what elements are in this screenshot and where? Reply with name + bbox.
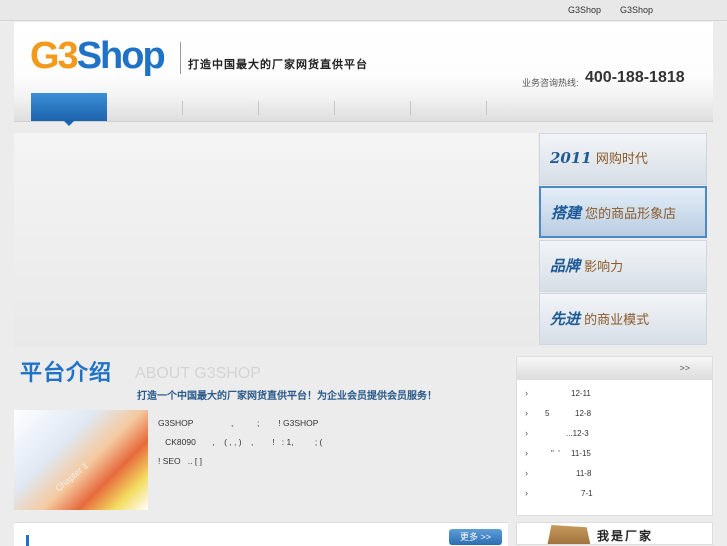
box-icon	[547, 525, 591, 544]
news-date: 11-8	[576, 469, 592, 478]
intro-footer-strip	[14, 522, 508, 546]
hotline-label: 业务咨询热线:	[522, 78, 579, 88]
news-row[interactable]: › 11-8	[517, 464, 712, 484]
banner-side-menu: 2011 网购时代 搭建 您的商品形象店 品牌 影响力 先进 的商业模式	[539, 133, 709, 347]
intro-text: G3SHOP , ; ! G3SHOP CK8090 , ( , , ) , !…	[158, 414, 508, 471]
nav-item-6[interactable]	[411, 93, 487, 121]
site-logo[interactable]: G3Shop	[30, 34, 166, 78]
nav-item-5[interactable]	[335, 93, 411, 121]
chevron-right-icon: ›	[525, 488, 528, 498]
main-nav	[14, 93, 713, 126]
nav-item-2[interactable]	[107, 93, 183, 121]
news-header: >>	[517, 357, 712, 380]
top-link-g3shop-2[interactable]: G3Shop	[620, 5, 653, 15]
news-date: 12-11	[571, 389, 591, 398]
news-date: 7-1	[581, 489, 593, 498]
news-date: ...12-3	[566, 429, 589, 438]
promo-label: 我是厂家	[597, 529, 654, 543]
news-date: 11-15	[571, 449, 591, 458]
chevron-right-icon: ›	[525, 388, 528, 398]
chevron-right-icon: ›	[525, 468, 528, 478]
side-menu-item-2011[interactable]: 2011 网购时代	[539, 133, 707, 185]
hero-banner[interactable]	[14, 133, 538, 347]
chevron-right-icon: ›	[525, 448, 528, 458]
logo-divider	[180, 42, 181, 74]
news-row[interactable]: › " ' 11-15	[517, 444, 712, 464]
top-link-g3shop-1[interactable]: G3Shop	[568, 5, 601, 15]
news-row[interactable]: › 12-11	[517, 384, 712, 404]
side-menu-item-build-store[interactable]: 搭建 您的商品形象店	[539, 186, 707, 238]
book-label: Chapter 1	[53, 460, 91, 494]
site-slogan: 打造中国最大的厂家网货直供平台	[188, 59, 368, 71]
news-panel: >> › 12-11 › 5 12-8 › ...12-3 › " ' 11-1…	[516, 356, 713, 516]
top-bar: G3Shop G3Shop	[0, 0, 727, 21]
nav-divider	[486, 101, 487, 115]
side-menu-item-brand[interactable]: 品牌 影响力	[539, 240, 707, 292]
intro-subtitle: 打造一个中国最大的厂家网货直供平台！为企业会员提供会员服务！	[137, 391, 437, 402]
news-row[interactable]: › 5 12-8	[517, 404, 712, 424]
intro-title: 平台介绍	[20, 360, 113, 385]
chevron-right-icon: ›	[525, 428, 528, 438]
intro-line: ! SEO .. [ ]	[158, 456, 202, 466]
more-button[interactable]: 更多 >>	[449, 529, 502, 545]
intro-title-en: ABOUT G3SHOP	[135, 365, 261, 382]
intro-line: G3SHOP , ; ! G3SHOP	[158, 418, 319, 428]
intro-image: Chapter 1	[14, 410, 148, 510]
chevron-right-icon: ›	[525, 408, 528, 418]
accent-bar	[26, 535, 29, 546]
news-date: 12-8	[575, 409, 592, 418]
news-row[interactable]: › 7-1	[517, 484, 712, 504]
news-row[interactable]: › ...12-3	[517, 424, 712, 444]
nav-item-1[interactable]	[31, 93, 107, 126]
nav-item-4[interactable]	[259, 93, 335, 121]
manufacturer-promo[interactable]: 我是厂家	[516, 522, 713, 545]
side-menu-item-business-model[interactable]: 先进 的商业模式	[539, 293, 707, 345]
nav-item-3[interactable]	[183, 93, 259, 121]
news-more-link[interactable]: >>	[679, 363, 690, 373]
hotline-number: 400-188-1818	[585, 69, 685, 86]
intro-line: CK8090 , ( , , ) , ! : 1, ; (	[158, 437, 323, 447]
